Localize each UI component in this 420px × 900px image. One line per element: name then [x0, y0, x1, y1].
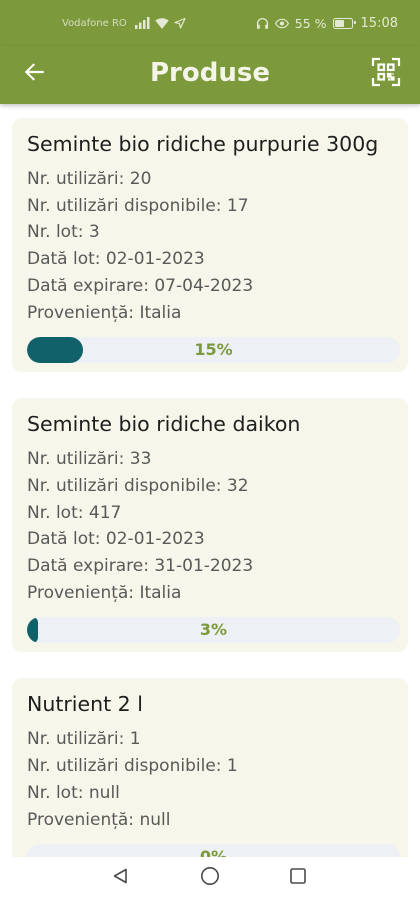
field-lot-date: Dată lot: 02-01-2023	[27, 526, 400, 553]
field-expiry-date: Dată expirare: 31-01-2023	[27, 553, 400, 580]
field-label: Nr. utilizări disponibile:	[27, 195, 222, 216]
field-available-usages: Nr. utilizări disponibile: 17	[27, 193, 400, 220]
usage-progress-label: 15%	[194, 340, 233, 360]
field-label: Nr. utilizări disponibile:	[27, 475, 222, 496]
field-value: 07-04-2023	[154, 275, 254, 296]
field-label: Dată expirare:	[27, 556, 149, 577]
usage-progress-bar: 3%	[27, 617, 400, 644]
field-available-usages: Nr. utilizări disponibile: 32	[27, 473, 400, 500]
field-value: 32	[226, 475, 249, 496]
eye-icon	[274, 18, 289, 29]
field-usages: Nr. utilizări: 20	[27, 166, 400, 193]
nav-recents-button[interactable]	[287, 867, 309, 889]
field-label: Dată lot:	[27, 529, 101, 550]
field-origin: Proveniență: Italia	[27, 580, 400, 607]
wifi-icon	[155, 17, 169, 29]
field-label: Dată lot:	[27, 249, 101, 270]
field-lot-number: Nr. lot: 3	[27, 219, 400, 246]
field-label: Proveniență:	[27, 302, 135, 323]
field-value: 1	[129, 729, 141, 750]
field-label: Proveniență:	[27, 809, 135, 830]
usage-progress-bar: 15%	[27, 337, 400, 364]
field-value: Italia	[139, 302, 182, 323]
status-bar: Vodafone RO 55 % 15:08	[0, 0, 420, 46]
qr-scan-icon	[371, 57, 401, 91]
field-expiry-date: Dată expirare: 07-04-2023	[27, 273, 400, 300]
nav-home-icon	[200, 866, 220, 890]
field-origin: Proveniență: null	[27, 807, 400, 834]
field-label: Nr. lot:	[27, 222, 84, 243]
field-label: Proveniență:	[27, 582, 135, 603]
usage-progress-label: 3%	[199, 620, 228, 640]
nav-back-icon	[111, 867, 129, 889]
field-value: 417	[88, 502, 122, 523]
field-value: Italia	[139, 582, 182, 603]
product-name: Nutrient 2 l	[27, 692, 143, 717]
field-origin: Proveniență: Italia	[27, 300, 400, 327]
product-list[interactable]: Seminte bio ridiche purpurie 300g Nr. ut…	[0, 104, 420, 857]
status-bar-left: Vodafone RO	[62, 0, 186, 46]
field-available-usages: Nr. utilizări disponibile: 1	[27, 753, 400, 780]
field-label: Nr. lot:	[27, 502, 84, 523]
page-title: Produse	[150, 58, 270, 88]
app-bar: Produse	[0, 46, 420, 104]
field-lot-number: Nr. lot: 417	[27, 500, 400, 527]
system-nav-bar	[0, 857, 420, 900]
product-card[interactable]: Nutrient 2 l Nr. utilizări: 1 Nr. utiliz…	[12, 678, 408, 857]
field-label: Nr. utilizări disponibile:	[27, 756, 222, 777]
field-usages: Nr. utilizări: 33	[27, 446, 400, 473]
field-value: 33	[129, 449, 152, 470]
field-lot-date: Dată lot: 02-01-2023	[27, 246, 400, 273]
field-lot-number: Nr. lot: null	[27, 780, 400, 807]
field-value: 17	[226, 195, 249, 216]
usage-progress-bar: 0%	[27, 844, 400, 857]
product-card[interactable]: Seminte bio ridiche purpurie 300g Nr. ut…	[12, 118, 408, 373]
field-value: null	[139, 809, 171, 830]
field-value: 20	[129, 169, 152, 189]
field-usages: Nr. utilizări: 1	[27, 726, 400, 753]
nav-recents-icon	[289, 867, 307, 889]
field-value: 1	[226, 756, 238, 777]
field-label: Nr. utilizări:	[27, 449, 125, 470]
signal-icon	[134, 17, 150, 29]
battery-percent: 55 %	[294, 15, 327, 31]
carrier-name: Vodafone RO	[62, 17, 127, 29]
field-value: 31-01-2023	[154, 556, 254, 577]
field-label: Nr. utilizări:	[27, 169, 125, 189]
field-value: 02-01-2023	[105, 529, 205, 550]
field-label: Nr. lot:	[27, 782, 84, 803]
battery-level-fill	[334, 19, 345, 27]
location-arrow-icon	[174, 17, 186, 29]
field-value: null	[88, 782, 120, 803]
product-name: Seminte bio ridiche purpurie 300g	[27, 132, 379, 156]
nav-home-button[interactable]	[199, 867, 221, 889]
product-card[interactable]: Seminte bio ridiche daikon Nr. utilizări…	[12, 398, 408, 653]
qr-scan-button[interactable]	[370, 57, 402, 91]
field-label: Dată expirare:	[27, 275, 149, 296]
nav-back-button[interactable]	[109, 867, 131, 889]
battery-icon	[332, 17, 356, 29]
clock: 15:08	[360, 15, 398, 31]
product-name: Seminte bio ridiche daikon	[27, 412, 301, 437]
field-value: 02-01-2023	[105, 249, 205, 270]
field-label: Nr. utilizări:	[27, 729, 125, 750]
headphones-icon	[256, 17, 269, 30]
field-value: 3	[88, 222, 100, 243]
status-bar-right: 55 % 15:08	[256, 0, 398, 46]
usage-progress-label: 0%	[199, 847, 228, 857]
